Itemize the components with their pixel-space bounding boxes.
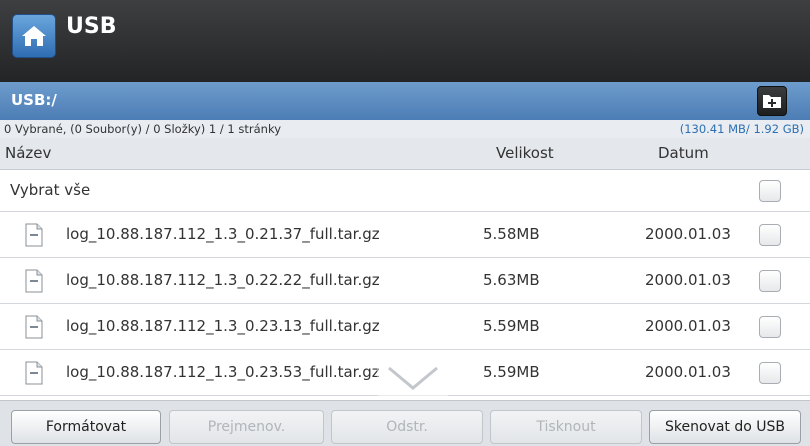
column-date[interactable]: Datum: [658, 144, 709, 162]
file-checkbox[interactable]: [759, 270, 781, 292]
file-checkbox[interactable]: [759, 224, 781, 246]
home-icon: [22, 26, 46, 46]
print-button[interactable]: Tisknout: [490, 410, 642, 444]
scan-to-usb-button[interactable]: Skenovat do USB: [649, 410, 801, 444]
file-date: 2000.01.03: [645, 317, 731, 335]
file-row[interactable]: log_10.88.187.112_1.3_0.22.22_full.tar.g…: [0, 258, 810, 304]
info-bar: 0 Vybrané, (0 Soubor(y) / 0 Složky) 1 / …: [0, 120, 810, 138]
action-bar: Formátovat Prejmenov. Odstr. Tisknout Sk…: [0, 400, 810, 446]
format-button[interactable]: Formátovat: [11, 410, 161, 444]
title-bar: USB: [0, 0, 810, 82]
file-date: 2000.01.03: [645, 271, 731, 289]
column-name[interactable]: Název: [5, 144, 51, 162]
capacity-status: (130.41 MB/ 1.92 GB): [679, 122, 804, 136]
file-icon: [25, 361, 43, 385]
rename-button[interactable]: Prejmenov.: [169, 410, 324, 444]
column-header: Název Velikost Datum: [0, 138, 810, 170]
file-icon: [25, 269, 43, 293]
select-all-label: Vybrat vše: [10, 181, 91, 199]
file-row[interactable]: log_10.88.187.112_1.3_0.21.37_full.tar.g…: [0, 212, 810, 258]
file-name: log_10.88.187.112_1.3_0.23.13_full.tar.g…: [66, 317, 380, 335]
file-icon: [25, 223, 43, 247]
file-checkbox[interactable]: [759, 362, 781, 384]
file-icon: [25, 315, 43, 339]
file-size: 5.59MB: [483, 363, 540, 381]
home-button[interactable]: [12, 14, 56, 58]
column-size[interactable]: Velikost: [496, 144, 554, 162]
file-size: 5.63MB: [483, 271, 540, 289]
file-name: log_10.88.187.112_1.3_0.23.53_full.tar.g…: [66, 363, 380, 381]
delete-button[interactable]: Odstr.: [331, 410, 483, 444]
file-checkbox[interactable]: [759, 316, 781, 338]
selection-status: 0 Vybrané, (0 Soubor(y) / 0 Složky) 1 / …: [4, 122, 282, 136]
file-name: log_10.88.187.112_1.3_0.21.37_full.tar.g…: [66, 225, 380, 243]
file-size: 5.58MB: [483, 225, 540, 243]
select-all-row[interactable]: Vybrat vše: [0, 170, 810, 212]
current-path: USB:/: [11, 91, 57, 109]
file-size: 5.59MB: [483, 317, 540, 335]
select-all-checkbox[interactable]: [759, 180, 781, 202]
scroll-down-chevron-icon[interactable]: [377, 354, 449, 398]
file-row[interactable]: log_10.88.187.112_1.3_0.23.13_full.tar.g…: [0, 304, 810, 350]
add-folder-button[interactable]: [757, 86, 787, 116]
file-name: log_10.88.187.112_1.3_0.22.22_full.tar.g…: [66, 271, 380, 289]
page-title: USB: [66, 14, 117, 39]
file-date: 2000.01.03: [645, 363, 731, 381]
file-date: 2000.01.03: [645, 225, 731, 243]
path-bar: USB:/: [0, 82, 810, 120]
add-folder-icon: [763, 95, 781, 108]
